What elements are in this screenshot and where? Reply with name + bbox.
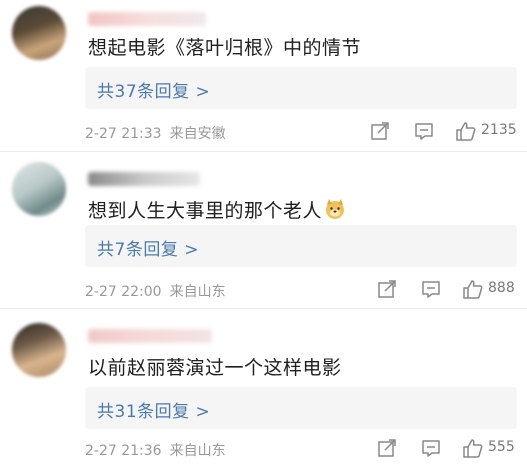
doge-emoji [324,198,346,220]
comment-text-content: 想到人生大事里的那个老人 [88,200,323,222]
username-blurred[interactable] [88,12,206,26]
comment-meta: 2-27 21:33 来自安徽 [85,123,226,143]
comment-actions: 555 [376,437,517,459]
comment-text: 想起电影《落叶归根》中的情节 [88,37,362,59]
like-icon[interactable] [462,437,484,459]
comment-item: 想到人生大事里的那个老人 共7条回复 > 2-27 22:00 来自山东 888 [0,152,527,308]
comment-text: 想到人生大事里的那个老人 [88,196,346,223]
avatar[interactable] [12,6,66,60]
like-icon[interactable] [455,120,477,142]
comment-meta: 2-27 22:00 来自山东 [85,281,226,301]
like-count: 888 [488,280,515,296]
comment-location: 来自山东 [169,443,226,459]
comment-icon[interactable] [420,278,442,300]
like-count: 2135 [481,122,517,138]
comment-text: 以前赵丽蓉演过一个这样电影 [88,357,342,379]
replies-link[interactable]: 共7条回复 > [97,235,199,260]
comment-location: 来自山东 [169,284,226,300]
comment-date: 2-27 21:36 [85,443,162,459]
replies-link[interactable]: 共37条回复 > [97,77,210,102]
share-icon[interactable] [376,278,398,300]
comment-item: 以前赵丽蓉演过一个这样电影 共31条回复 > 2-27 21:36 来自山东 55… [0,309,527,472]
comment-location: 来自安徽 [169,126,226,142]
avatar[interactable] [12,323,66,377]
comment-actions: 2135 [369,120,517,142]
comment-date: 2-27 22:00 [85,284,162,300]
comment-date: 2-27 21:33 [85,126,162,142]
replies-box[interactable]: 共31条回复 > [85,387,517,429]
comment-item: 想起电影《落叶归根》中的情节 共37条回复 > 2-27 21:33 来自安徽 2… [0,0,527,150]
replies-box[interactable]: 共37条回复 > [85,67,517,109]
username-blurred[interactable] [88,329,212,343]
replies-box[interactable]: 共7条回复 > [85,225,517,267]
comment-icon[interactable] [420,437,442,459]
share-icon[interactable] [376,437,398,459]
share-icon[interactable] [369,120,391,142]
like-icon[interactable] [462,278,484,300]
comment-meta: 2-27 21:36 来自山东 [85,440,226,460]
avatar[interactable] [12,162,66,216]
like-count: 555 [488,439,515,455]
comment-icon[interactable] [413,120,435,142]
username-blurred[interactable] [88,172,200,186]
comment-actions: 888 [376,278,517,300]
replies-link[interactable]: 共31条回复 > [97,397,210,422]
